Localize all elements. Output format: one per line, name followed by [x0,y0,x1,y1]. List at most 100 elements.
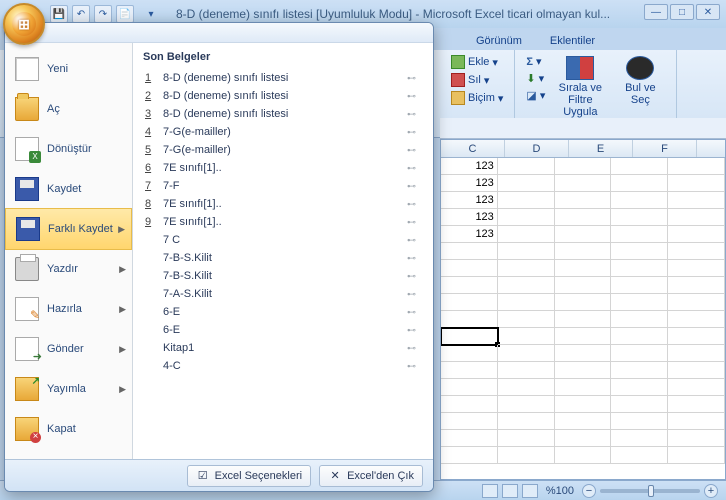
find-select-button[interactable]: Bul ve Seç [612,54,668,108]
pin-icon[interactable]: ⊷ [407,253,421,264]
cell[interactable] [668,260,725,277]
recent-document-item[interactable]: 7-A-S.Kilit⊷ [143,285,423,303]
recent-document-item[interactable]: Kitap1⊷ [143,339,423,357]
pin-icon[interactable]: ⊷ [407,217,421,228]
zoom-slider[interactable] [600,489,700,493]
pin-icon[interactable]: ⊷ [407,199,421,210]
cell[interactable] [611,175,668,192]
insert-button[interactable]: Ekle ▾ [448,54,506,70]
pin-icon[interactable]: ⊷ [407,109,421,120]
cell[interactable] [668,447,725,464]
cell[interactable] [555,413,612,430]
recent-document-item[interactable]: 6-E⊷ [143,321,423,339]
cell[interactable] [555,447,612,464]
cell[interactable] [611,447,668,464]
cell[interactable] [555,328,612,345]
cell[interactable] [555,192,612,209]
zoom-thumb[interactable] [648,485,654,497]
cell[interactable] [611,396,668,413]
cell[interactable] [555,209,612,226]
cell[interactable] [441,430,498,447]
cell[interactable] [441,294,498,311]
view-pagebreak-icon[interactable] [522,484,538,498]
cell[interactable] [668,311,725,328]
zoom-in-button[interactable]: + [704,484,718,498]
qat-undo-icon[interactable]: ↶ [72,5,90,23]
cell[interactable] [498,175,555,192]
cell[interactable] [668,294,725,311]
cell[interactable] [611,413,668,430]
menu-prepare[interactable]: Hazırla▶ [5,289,132,329]
fill-button[interactable]: ⬇ ▾ [523,71,548,86]
cell[interactable] [498,260,555,277]
cell[interactable] [441,277,498,294]
cell[interactable] [611,192,668,209]
pin-icon[interactable]: ⊷ [407,307,421,318]
pin-icon[interactable]: ⊷ [407,145,421,156]
recent-document-item[interactable]: 77-F⊷ [143,177,423,195]
cell[interactable] [611,158,668,175]
cell[interactable] [611,430,668,447]
format-button[interactable]: Biçim ▾ [448,90,506,106]
cell[interactable] [555,362,612,379]
cell[interactable] [555,311,612,328]
cell[interactable] [441,413,498,430]
cell[interactable] [611,294,668,311]
tab-view[interactable]: Görünüm [470,32,528,50]
col-header[interactable]: E [569,140,633,157]
zoom-level[interactable]: %100 [546,485,574,497]
cell[interactable] [611,260,668,277]
cell[interactable]: 123 [441,192,498,209]
col-header[interactable]: D [505,140,569,157]
recent-document-item[interactable]: 7 C⊷ [143,231,423,249]
cell[interactable] [555,175,612,192]
cell[interactable] [668,226,725,243]
cell[interactable] [611,226,668,243]
cell[interactable] [498,243,555,260]
cell[interactable] [668,243,725,260]
cell[interactable] [555,243,612,260]
view-layout-icon[interactable] [502,484,518,498]
spreadsheet-grid[interactable]: C D E F 123123123123123 [440,139,726,480]
cell[interactable] [555,345,612,362]
pin-icon[interactable]: ⊷ [407,325,421,336]
cell[interactable] [498,209,555,226]
pin-icon[interactable]: ⊷ [407,361,421,372]
menu-publish[interactable]: Yayımla▶ [5,369,132,409]
cell[interactable] [441,243,498,260]
cell[interactable] [441,447,498,464]
pin-icon[interactable]: ⊷ [407,73,421,84]
pin-icon[interactable]: ⊷ [407,289,421,300]
cell[interactable] [498,277,555,294]
cell[interactable] [441,328,498,345]
cell[interactable] [498,192,555,209]
cell[interactable] [555,294,612,311]
recent-document-item[interactable]: 6-E⊷ [143,303,423,321]
cell[interactable] [611,277,668,294]
cell[interactable] [668,175,725,192]
cell[interactable] [555,277,612,294]
cell[interactable] [498,311,555,328]
cell[interactable] [668,413,725,430]
recent-document-item[interactable]: 18-D (deneme) sınıfı listesi⊷ [143,69,423,87]
pin-icon[interactable]: ⊷ [407,91,421,102]
recent-document-item[interactable]: 7-B-S.Kilit⊷ [143,267,423,285]
pin-icon[interactable]: ⊷ [407,181,421,192]
menu-convert[interactable]: Dönüştür [5,129,132,169]
qat-redo-icon[interactable]: ↷ [94,5,112,23]
cell[interactable] [611,311,668,328]
menu-save[interactable]: Kaydet [5,169,132,209]
pin-icon[interactable]: ⊷ [407,235,421,246]
menu-new[interactable]: Yeni [5,49,132,89]
qat-customize-icon[interactable]: ▾ [146,5,156,23]
cell[interactable] [668,362,725,379]
minimize-button[interactable]: — [644,4,668,20]
cell[interactable] [555,430,612,447]
pin-icon[interactable]: ⊷ [407,163,421,174]
cell[interactable] [498,379,555,396]
cell[interactable] [498,345,555,362]
cell[interactable] [441,379,498,396]
recent-document-item[interactable]: 67E sınıfı[1]..⊷ [143,159,423,177]
cell[interactable] [441,260,498,277]
tab-addins[interactable]: Eklentiler [544,32,601,50]
